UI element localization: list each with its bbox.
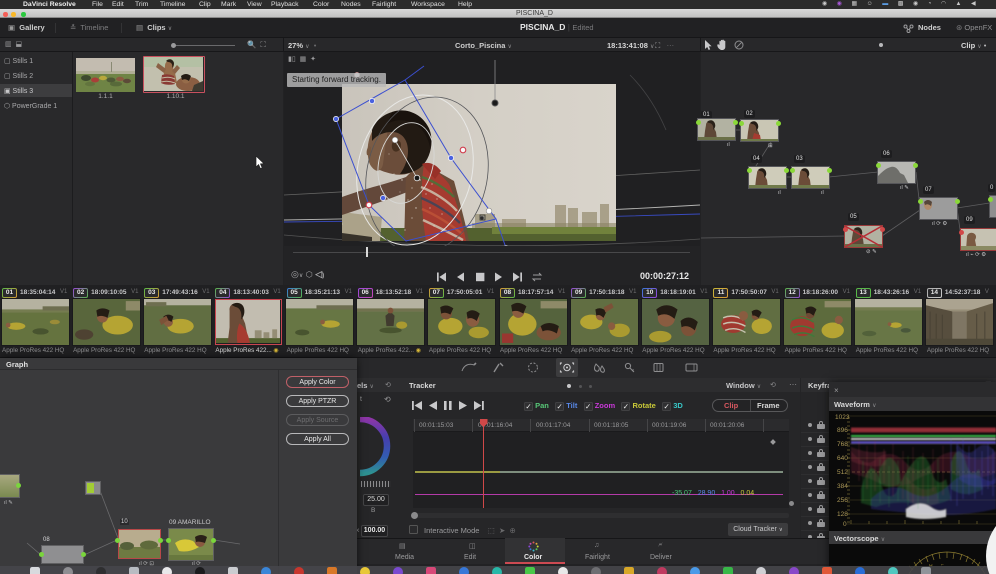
svg-text:640: 640 — [837, 455, 848, 462]
svg-text:1023: 1023 — [835, 414, 850, 421]
svg-text:128: 128 — [837, 511, 848, 518]
svg-text:512: 512 — [837, 469, 848, 476]
svg-text:896: 896 — [837, 427, 848, 434]
svg-text:256: 256 — [837, 497, 848, 504]
svg-text:0: 0 — [843, 521, 847, 528]
svg-text:384: 384 — [837, 483, 848, 490]
svg-text:768: 768 — [837, 441, 848, 448]
